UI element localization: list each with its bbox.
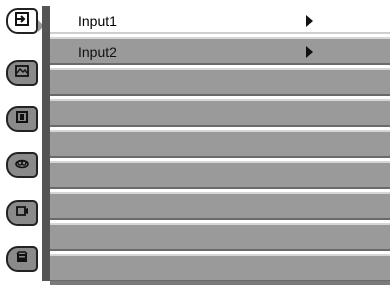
image-adjust-menu-tab[interactable]	[6, 60, 38, 86]
info-menu-tab[interactable]	[6, 246, 38, 272]
menu-row-input1[interactable]: Input1	[50, 6, 390, 34]
submenu-arrow-icon	[306, 15, 313, 27]
screen-icon	[14, 109, 30, 130]
setting-icon	[14, 155, 30, 176]
menu-row-label: Input1	[78, 13, 117, 29]
setting-menu-tab[interactable]	[6, 152, 38, 178]
input-menu-tab[interactable]	[6, 8, 38, 34]
screen-menu-tab[interactable]	[6, 106, 38, 132]
menu-row-label: Input2	[78, 44, 117, 60]
menu-row-empty	[50, 254, 390, 282]
menu-row-input2[interactable]: Input2	[50, 37, 390, 65]
projector-menu-screen: Input1 Input2	[0, 0, 390, 285]
menu-bottom-edge	[50, 281, 390, 285]
image-adjust-icon	[14, 63, 30, 84]
menu-row-empty	[50, 99, 390, 127]
submenu-arrow-icon	[306, 46, 313, 58]
menu-row-empty	[50, 223, 390, 251]
rail-divider	[42, 6, 50, 281]
sound-icon	[14, 203, 30, 224]
menu-row-empty	[50, 161, 390, 189]
menu-icon-rail	[0, 0, 52, 285]
info-icon	[14, 249, 30, 270]
input-menu-list: Input1 Input2	[50, 6, 390, 282]
input-icon	[14, 11, 30, 32]
menu-row-empty	[50, 130, 390, 158]
sound-menu-tab[interactable]	[6, 200, 38, 226]
menu-row-empty	[50, 68, 390, 96]
menu-row-empty	[50, 192, 390, 220]
